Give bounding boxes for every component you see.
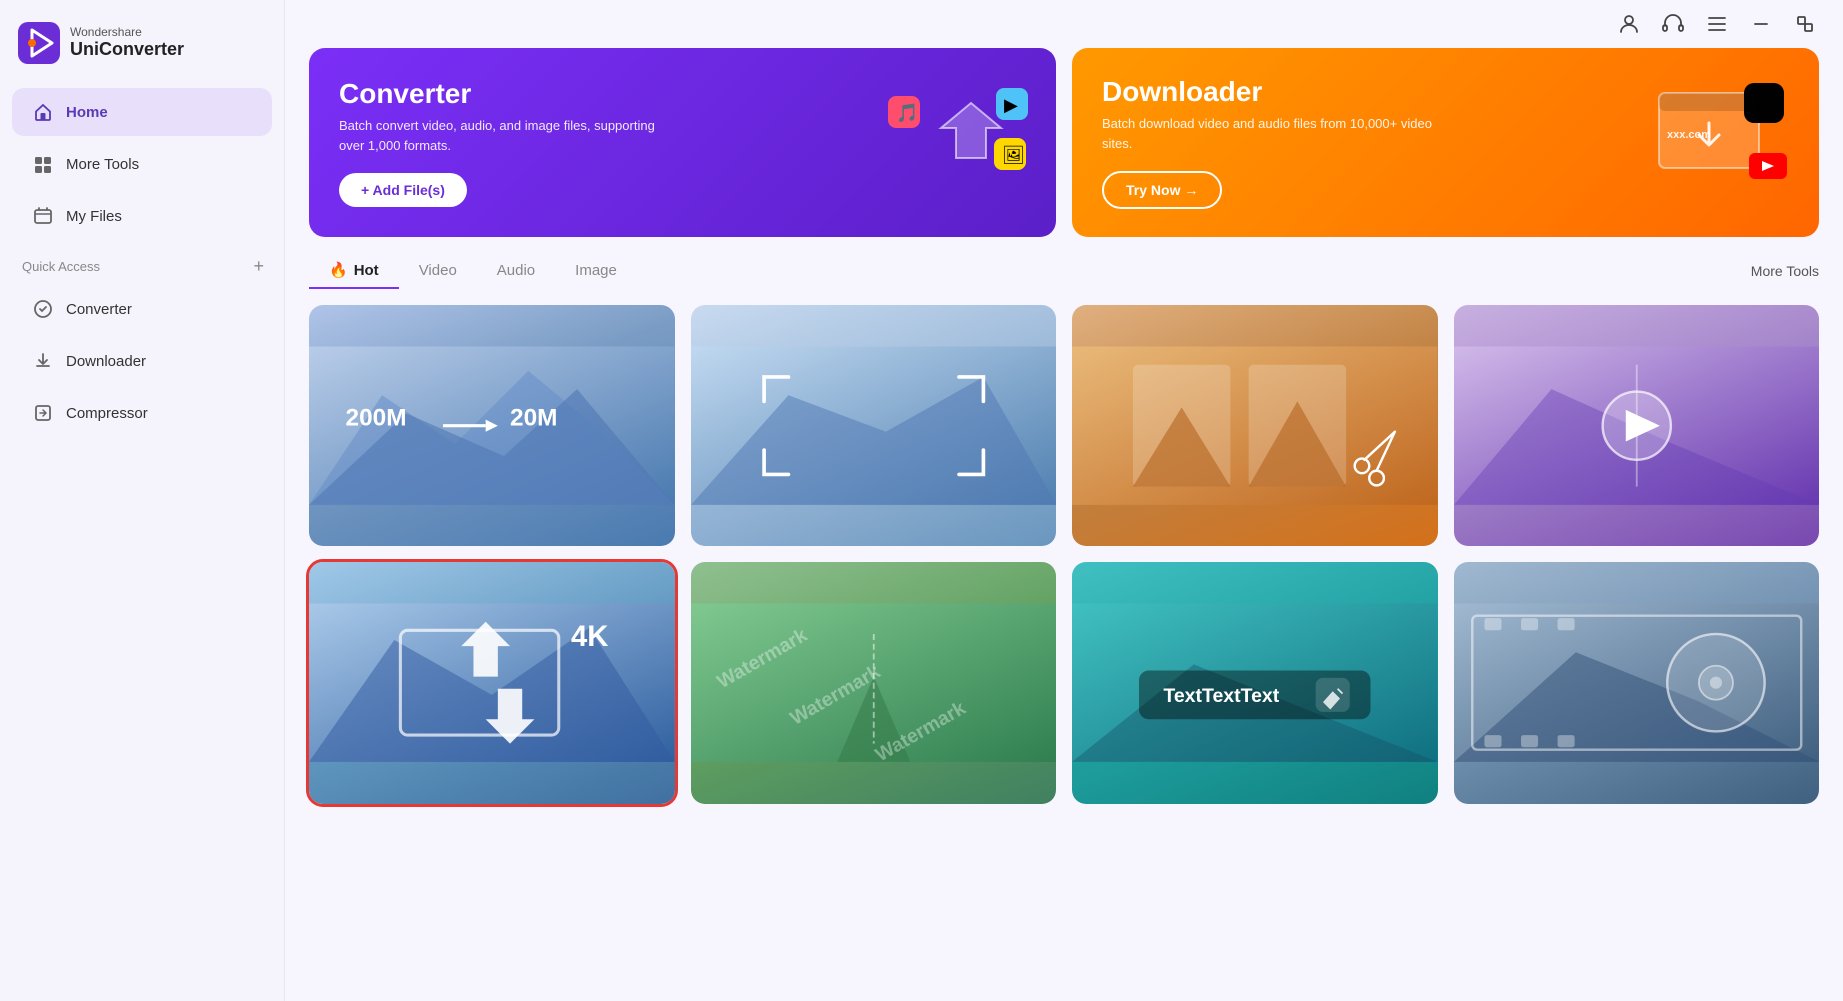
quick-access-add-button[interactable]: + [253,256,264,277]
banners-section: Converter Batch convert video, audio, an… [285,48,1843,253]
more-tools-icon [32,153,54,175]
tool-card-video-enhancer[interactable]: Video Enhancer AI Automatically enhance … [1454,305,1820,546]
logo-area: Wondershare UniConverter [0,0,284,86]
svg-text:♪: ♪ [1754,94,1764,116]
logo-text: Wondershare UniConverter [70,25,184,61]
brand-bottom: UniConverter [70,39,184,61]
sidebar-item-home[interactable]: Home [12,88,272,136]
svg-text:200M: 200M [346,405,407,432]
sidebar-item-my-files-label: My Files [66,208,122,225]
minimize-icon[interactable] [1747,10,1775,38]
tool-card-watermark-remover[interactable]: Watermark Watermark Watermark Watermark … [691,562,1057,803]
downloader-icon [32,350,54,372]
sidebar-item-my-files[interactable]: My Files [12,192,272,240]
tools-grid: 200M 20M Compressor Batch compress video… [309,305,1819,804]
tool-thumb-video-editor [1072,305,1438,546]
fire-icon: 🔥 [329,261,348,279]
tabs-row: 🔥 Hot Video Audio Image More Tools [309,253,1819,289]
app-logo-icon [18,22,60,64]
tool-card-video-editor[interactable]: Video Editor Batch trim, crop, speed and… [1072,305,1438,546]
sidebar: Wondershare UniConverter Home More Tools [0,0,285,1001]
converter-banner-desc: Batch convert video, audio, and image fi… [339,116,679,155]
main-content: Converter Batch convert video, audio, an… [285,0,1843,1001]
svg-text:4K: 4K [571,622,608,654]
quick-access-label: Quick Access [22,259,100,274]
svg-text:TextTextText: TextTextText [1163,686,1279,708]
maximize-icon[interactable] [1791,10,1819,38]
tool-card-compressor[interactable]: 200M 20M Compressor Batch compress video… [309,305,675,546]
tool-card-dvd-burner[interactable]: DVD Burner Burn videos in different form… [1454,562,1820,803]
quick-access-section: Quick Access + [0,242,284,283]
sidebar-item-more-tools[interactable]: More Tools [12,140,272,188]
tab-hot[interactable]: 🔥 Hot [309,253,399,289]
tool-thumb-subtitle-editor: TextTextText [1072,562,1438,803]
user-icon[interactable] [1615,10,1643,38]
tab-video[interactable]: Video [399,254,477,289]
svg-text:🖼: 🖼 [1002,145,1025,165]
topbar [285,0,1843,48]
converter-illustration: 🎵 🖼 ▶ [876,78,1036,208]
tool-thumb-compressor: 200M 20M [309,305,675,546]
downloader-illustration: xxx.com ♪ [1639,78,1799,208]
sidebar-item-home-label: Home [66,104,108,121]
tool-card-image-enhancer[interactable]: 4K Image Enhancer [309,562,675,803]
compressor-icon [32,402,54,424]
tool-card-screen-recorder[interactable]: Screen Recorder 1:1 quality screen recor… [691,305,1057,546]
downloader-try-now-button[interactable]: Try Now → [1102,171,1222,209]
downloader-banner-desc: Batch download video and audio files fro… [1102,114,1442,153]
converter-icon [32,298,54,320]
tools-section: 🔥 Hot Video Audio Image More Tools [285,253,1843,1001]
tool-thumb-dvd-burner [1454,562,1820,803]
tool-thumb-watermark-remover: Watermark Watermark Watermark [691,562,1057,803]
tab-audio[interactable]: Audio [477,254,555,289]
home-icon [32,101,54,123]
sidebar-item-more-tools-label: More Tools [66,156,139,173]
tool-thumb-screen-recorder [691,305,1057,546]
svg-text:20M: 20M [510,405,557,432]
tool-card-subtitle-editor[interactable]: TextTextText Subtitle Editor AI Automati… [1072,562,1438,803]
tab-image[interactable]: Image [555,254,637,289]
tool-thumb-image-enhancer: 4K [309,562,675,803]
svg-text:▶: ▶ [1004,95,1018,115]
sidebar-item-compressor-label: Compressor [66,405,148,422]
my-files-icon [32,205,54,227]
converter-banner: Converter Batch convert video, audio, an… [309,48,1056,237]
headset-icon[interactable] [1659,10,1687,38]
sidebar-item-downloader-label: Downloader [66,353,146,370]
svg-text:🎵: 🎵 [896,103,918,123]
sidebar-item-converter[interactable]: Converter [12,285,272,333]
tool-thumb-video-enhancer [1454,305,1820,546]
converter-add-files-button[interactable]: + Add File(s) [339,173,467,207]
sidebar-item-compressor[interactable]: Compressor [12,389,272,437]
menu-icon[interactable] [1703,10,1731,38]
brand-top: Wondershare [70,25,184,39]
sidebar-item-converter-label: Converter [66,301,132,318]
sidebar-item-downloader[interactable]: Downloader [12,337,272,385]
more-tools-link[interactable]: More Tools [1751,263,1819,279]
downloader-banner: Downloader Batch download video and audi… [1072,48,1819,237]
